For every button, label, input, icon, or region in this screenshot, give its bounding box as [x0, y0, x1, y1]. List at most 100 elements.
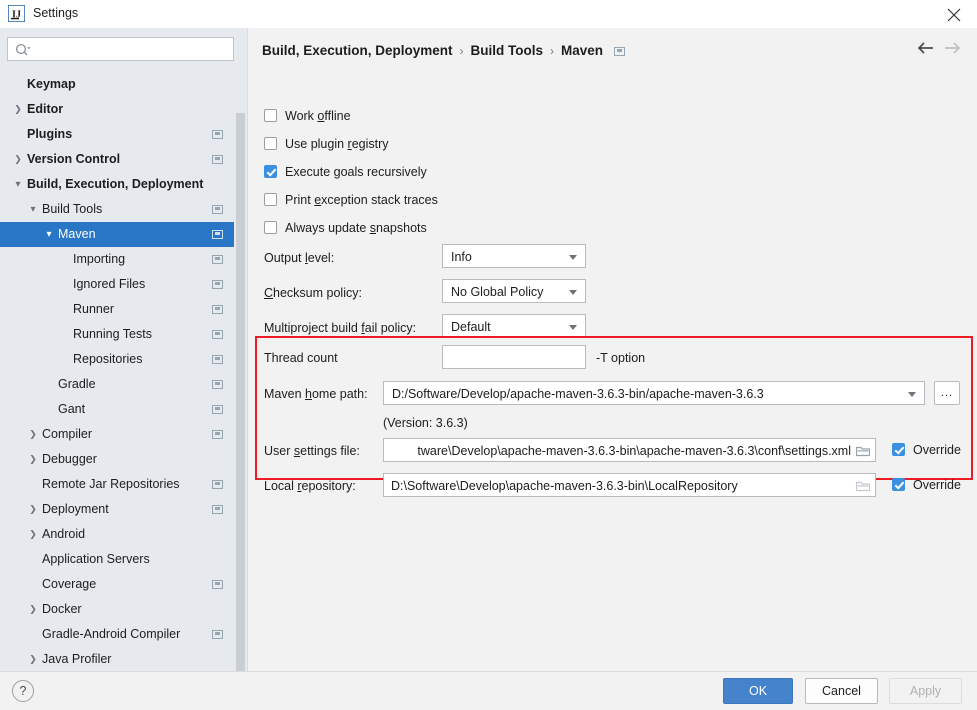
- sidebar-item-label: Debugger: [42, 452, 97, 466]
- chevron-down-icon[interactable]: [569, 325, 577, 330]
- search-icon: [15, 43, 31, 60]
- cancel-button[interactable]: Cancel: [805, 678, 878, 704]
- checkbox-execute-goals-recursively[interactable]: [264, 165, 277, 178]
- chevron-right-icon[interactable]: ❯: [27, 647, 39, 671]
- sidebar-item-java-profiler[interactable]: ❯ Java Profiler: [0, 647, 240, 671]
- sidebar-item-gradle-android-compiler[interactable]: Gradle-Android Compiler: [0, 622, 240, 647]
- maven-home-path-label: Maven home path:: [264, 384, 368, 404]
- forward-arrow-icon[interactable]: [942, 41, 964, 61]
- label-post: napshots: [376, 221, 427, 235]
- sidebar-item-label: Importing: [73, 252, 126, 266]
- project-settings-icon: [212, 355, 223, 364]
- sidebar-item-deployment[interactable]: ❯ Deployment: [0, 497, 240, 522]
- maven-home-browse-button[interactable]: ...: [934, 381, 960, 405]
- maven-home-path-combo[interactable]: D:/Software/Develop/apache-maven-3.6.3-b…: [383, 381, 925, 405]
- chevron-down-icon[interactable]: [908, 392, 916, 397]
- breadcrumb-part[interactable]: Build, Execution, Deployment: [262, 43, 453, 58]
- project-settings-icon: [212, 255, 223, 264]
- sidebar-item-label: Application Servers: [42, 552, 150, 566]
- chevron-right-icon[interactable]: ❯: [27, 522, 39, 547]
- combo-checksum-policy[interactable]: No Global Policy: [442, 279, 586, 303]
- local-repository-input[interactable]: D:\Software\Develop\apache-maven-3.6.3-b…: [383, 473, 876, 497]
- project-settings-icon: [212, 630, 223, 639]
- sidebar-item-remote-jar-repositories[interactable]: Remote Jar Repositories: [0, 472, 240, 497]
- chevron-down-icon[interactable]: ▾: [27, 197, 39, 222]
- sidebar-item-runner[interactable]: Runner: [0, 297, 240, 322]
- chevron-right-icon[interactable]: ❯: [27, 497, 39, 522]
- label-mnemonic: g: [333, 165, 341, 179]
- apply-button[interactable]: Apply: [889, 678, 962, 704]
- label-mnemonic: h: [305, 387, 312, 401]
- sidebar-item-editor[interactable]: ❯ Editor: [0, 97, 240, 122]
- sidebar-item-label: Ignored Files: [73, 277, 146, 291]
- folder-icon[interactable]: [855, 445, 871, 457]
- sidebar-item-application-servers[interactable]: Application Servers: [0, 547, 240, 572]
- label-post: oals recursively: [340, 165, 427, 179]
- sidebar-item-importing[interactable]: Importing: [0, 247, 240, 272]
- sidebar-item-build-tools[interactable]: ▾ Build Tools: [0, 197, 240, 222]
- sidebar-item-docker[interactable]: ❯ Docker: [0, 597, 240, 622]
- checkbox-label: Use plugin registry: [285, 134, 389, 154]
- label-pre: Execute: [285, 165, 334, 179]
- label-post: evel:: [307, 251, 335, 265]
- breadcrumb-part[interactable]: Build Tools: [471, 43, 544, 58]
- checkbox-always-update-snapshots[interactable]: [264, 221, 277, 234]
- chevron-right-icon[interactable]: ❯: [12, 147, 24, 172]
- label-pre: Print: [285, 193, 315, 207]
- sidebar-item-compiler[interactable]: ❯ Compiler: [0, 422, 240, 447]
- user-settings-override-checkbox[interactable]: [892, 443, 905, 456]
- sidebar-item-debugger[interactable]: ❯ Debugger: [0, 447, 240, 472]
- chevron-right-icon[interactable]: ❯: [12, 97, 24, 122]
- search-box[interactable]: [7, 37, 234, 62]
- sidebar-item-gradle[interactable]: Gradle: [0, 372, 240, 397]
- checkbox-work-offline[interactable]: [264, 109, 277, 122]
- sidebar-item-android[interactable]: ❯ Android: [0, 522, 240, 547]
- sidebar-item-repositories[interactable]: Repositories: [0, 347, 240, 372]
- maven-version-note: (Version: 3.6.3): [383, 416, 468, 430]
- checkbox-use-plugin-registry[interactable]: [264, 137, 277, 150]
- sidebar-item-build-execution-deployment[interactable]: ▾ Build, Execution, Deployment: [0, 172, 240, 197]
- project-settings-icon: [212, 580, 223, 589]
- chevron-right-icon[interactable]: ❯: [27, 597, 39, 622]
- sidebar-item-version-control[interactable]: ❯ Version Control: [0, 147, 240, 172]
- settings-window: IJ Settings Keymap ❯ Editor Plugins ❯ Ver: [0, 0, 977, 710]
- close-icon[interactable]: [931, 0, 977, 28]
- label-post: egistry: [351, 137, 389, 151]
- chevron-right-icon[interactable]: ❯: [27, 447, 39, 472]
- sidebar-item-maven[interactable]: ▾ Maven: [0, 222, 240, 247]
- checkbox-print-exception-stack-traces[interactable]: [264, 193, 277, 206]
- sidebar-item-running-tests[interactable]: Running Tests: [0, 322, 240, 347]
- user-settings-file-input[interactable]: tware\Develop\apache-maven-3.6.3-bin\apa…: [383, 438, 876, 462]
- sidebar-item-label: Runner: [73, 302, 114, 316]
- combo-multiproject-build-fail-policy[interactable]: Default: [442, 314, 586, 338]
- combo-output-level[interactable]: Info: [442, 244, 586, 268]
- settings-tree[interactable]: Keymap ❯ Editor Plugins ❯ Version Control ▾ Bui…: [0, 72, 240, 671]
- sidebar-item-label: Android: [42, 527, 86, 541]
- search-input[interactable]: [36, 38, 230, 62]
- label-pre: Work: [285, 109, 318, 123]
- sidebar-item-label: Coverage: [42, 577, 97, 591]
- local-repository-override-checkbox[interactable]: [892, 478, 905, 491]
- chevron-down-icon[interactable]: [569, 255, 577, 260]
- chevron-down-icon[interactable]: ▾: [43, 222, 55, 247]
- label-multiproject-build-fail-policy: Multiproject build fail policy:: [264, 318, 416, 338]
- back-arrow-icon[interactable]: [916, 41, 938, 61]
- sidebar-item-keymap[interactable]: Keymap: [0, 72, 240, 97]
- help-button[interactable]: ?: [12, 680, 34, 702]
- chevron-down-icon[interactable]: [569, 290, 577, 295]
- project-settings-icon: [212, 505, 223, 514]
- sidebar-item-coverage[interactable]: Coverage: [0, 572, 240, 597]
- chevron-down-icon[interactable]: ▾: [12, 172, 24, 197]
- folder-icon[interactable]: [855, 480, 871, 492]
- sidebar-item-label: Build, Execution, Deployment: [27, 177, 204, 191]
- breadcrumb-part[interactable]: Maven: [561, 43, 603, 58]
- ok-button[interactable]: OK: [723, 678, 793, 704]
- sidebar-item-ignored-files[interactable]: Ignored Files: [0, 272, 240, 297]
- chevron-right-icon[interactable]: ❯: [27, 422, 39, 447]
- label-post: ettings file:: [300, 444, 360, 458]
- sidebar-item-label: Java Profiler: [42, 652, 112, 666]
- sidebar-scrollbar-thumb[interactable]: [236, 113, 245, 683]
- sidebar-item-gant[interactable]: Gant: [0, 397, 240, 422]
- sidebar-item-plugins[interactable]: Plugins: [0, 122, 240, 147]
- label-post: hecksum policy:: [273, 286, 362, 300]
